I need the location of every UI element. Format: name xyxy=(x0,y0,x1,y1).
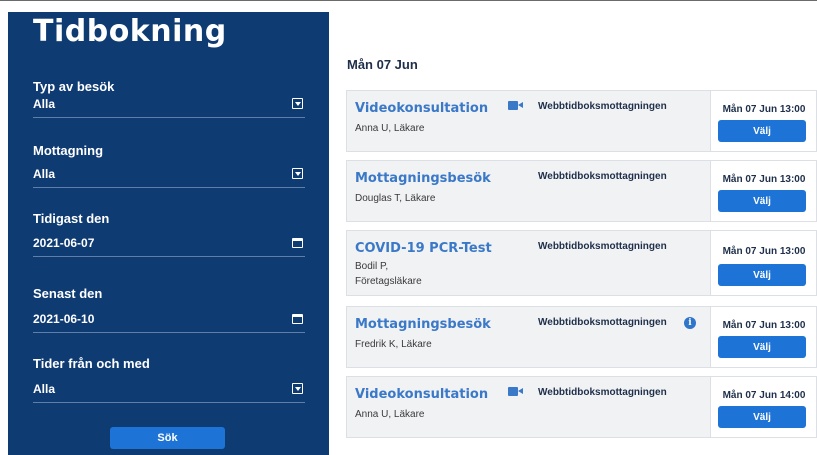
practitioner-text: Anna U, Läkare xyxy=(355,121,425,136)
appointment-card: Videokonsultation Anna U, Läkare Webbtid… xyxy=(346,90,817,152)
select-slot-button[interactable]: Välj xyxy=(718,406,806,428)
filter-sidebar: Tidbokning Typ av besök Alla Mottagning … xyxy=(8,12,329,455)
video-camera-icon xyxy=(508,387,524,396)
practitioner-text: Douglas T, Läkare xyxy=(355,191,435,206)
visit-type-select[interactable]: Alla xyxy=(33,90,305,118)
slot-panel: Mån 07 Jun 13:00 Välj xyxy=(710,231,816,295)
slot-panel: Mån 07 Jun 13:00 Välj xyxy=(710,307,816,367)
appointment-type-link[interactable]: Mottagningsbesök xyxy=(355,317,491,332)
select-slot-button[interactable]: Välj xyxy=(718,336,806,358)
clinic-name: Webbtidboksmottagningen xyxy=(538,387,667,398)
clinic-name: Webbtidboksmottagningen xyxy=(538,317,667,328)
appointment-type-link[interactable]: COVID-19 PCR-Test xyxy=(355,241,492,256)
select-slot-button[interactable]: Välj xyxy=(718,190,806,212)
earliest-date-value: 2021-06-07 xyxy=(33,235,95,250)
practitioner-line: Anna U, Läkare xyxy=(355,409,425,420)
practitioner-text: Fredrik K, Läkare xyxy=(355,337,432,352)
practitioner-line: Anna U, Läkare xyxy=(355,123,425,134)
visit-type-value: Alla xyxy=(33,96,56,111)
clinic-select[interactable]: Alla xyxy=(33,160,305,188)
slot-panel: Mån 07 Jun 14:00 Välj xyxy=(710,377,816,437)
appointment-type-link[interactable]: Videokonsultation xyxy=(355,387,488,402)
slot-time: Mån 07 Jun 13:00 xyxy=(722,104,806,115)
slot-panel: Mån 07 Jun 13:00 Välj xyxy=(710,161,816,221)
practitioner-line: Fredrik K, Läkare xyxy=(355,339,432,350)
practitioner-text: Anna U, Läkare xyxy=(355,407,425,422)
date-heading: Mån 07 Jun xyxy=(347,57,418,72)
practitioner-text: Bodil P, Företagsläkare xyxy=(355,259,422,289)
times-from-value: Alla xyxy=(33,381,56,396)
select-slot-button[interactable]: Välj xyxy=(718,120,806,142)
slot-time: Mån 07 Jun 13:00 xyxy=(722,174,806,185)
chevron-down-icon[interactable] xyxy=(292,98,303,109)
slot-time: Mån 07 Jun 14:00 xyxy=(722,390,806,401)
appointment-card: Mottagningsbesök Fredrik K, Läkare Webbt… xyxy=(346,306,817,368)
appointment-card: Mottagningsbesök Douglas T, Läkare Webbt… xyxy=(346,160,817,222)
times-from-select[interactable]: Alla xyxy=(33,375,305,403)
clinic-name: Webbtidboksmottagningen xyxy=(538,101,667,112)
clinic-name: Webbtidboksmottagningen xyxy=(538,171,667,182)
practitioner-line: Bodil P, xyxy=(355,261,389,272)
appointment-card: COVID-19 PCR-Test Bodil P, Företagsläkar… xyxy=(346,230,817,296)
info-icon[interactable]: i xyxy=(684,317,696,329)
calendar-icon[interactable] xyxy=(292,237,303,248)
search-button[interactable]: Sök xyxy=(110,427,225,449)
latest-date-label: Senast den xyxy=(33,286,103,301)
calendar-icon[interactable] xyxy=(292,313,303,324)
clinic-label: Mottagning xyxy=(33,143,104,158)
appointment-type-link[interactable]: Mottagningsbesök xyxy=(355,171,491,186)
latest-date-field[interactable]: 2021-06-10 xyxy=(33,305,305,333)
clinic-name: Webbtidboksmottagningen xyxy=(538,241,667,252)
practitioner-line: Företagsläkare xyxy=(355,276,422,287)
chevron-down-icon[interactable] xyxy=(292,168,303,179)
appointment-card: Videokonsultation Anna U, Läkare Webbtid… xyxy=(346,376,817,438)
slot-panel: Mån 07 Jun 13:00 Välj xyxy=(710,91,816,151)
latest-date-value: 2021-06-10 xyxy=(33,311,95,326)
earliest-date-field[interactable]: 2021-06-07 xyxy=(33,229,305,257)
clinic-value: Alla xyxy=(33,166,56,181)
slot-time: Mån 07 Jun 13:00 xyxy=(722,320,806,331)
earliest-date-label: Tidigast den xyxy=(33,211,110,226)
select-slot-button[interactable]: Välj xyxy=(718,264,806,286)
practitioner-line: Douglas T, Läkare xyxy=(355,193,436,204)
slot-time: Mån 07 Jun 13:00 xyxy=(722,246,806,257)
top-divider xyxy=(0,0,817,1)
appointment-type-link[interactable]: Videokonsultation xyxy=(355,101,488,116)
video-camera-icon xyxy=(508,101,524,110)
page-title: Tidbokning xyxy=(33,14,227,49)
chevron-down-icon[interactable] xyxy=(292,383,303,394)
times-from-label: Tider från och med xyxy=(33,356,150,371)
